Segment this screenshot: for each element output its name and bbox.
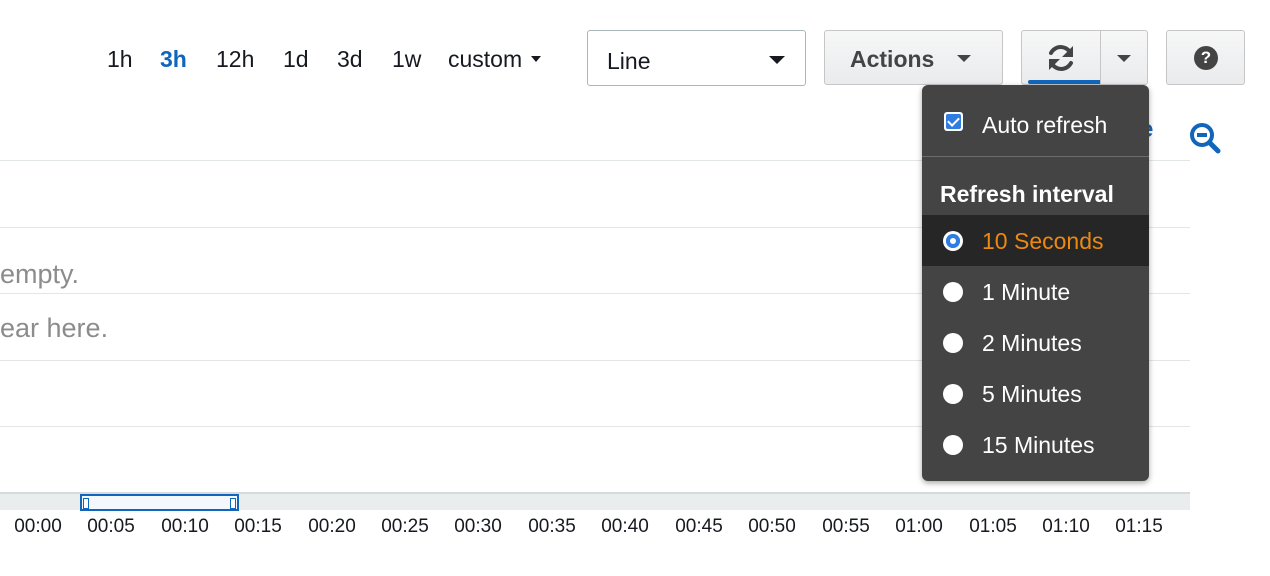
interval-label: 2 Minutes xyxy=(982,330,1082,356)
x-tick: 00:20 xyxy=(308,516,356,537)
x-tick: 01:00 xyxy=(895,516,943,537)
radio-icon[interactable] xyxy=(943,282,963,302)
x-tick: 01:10 xyxy=(1042,516,1090,537)
interval-label: 1 Minute xyxy=(982,279,1071,305)
time-range-custom[interactable]: custom xyxy=(448,44,542,74)
interval-option-5-minutes[interactable]: 5 Minutes xyxy=(922,368,1149,419)
x-tick: 00:15 xyxy=(234,516,282,537)
refresh-button[interactable] xyxy=(1021,30,1101,85)
refresh-interval-header: Refresh interval xyxy=(940,181,1114,207)
x-tick: 00:45 xyxy=(675,516,723,537)
radio-icon[interactable] xyxy=(943,435,963,455)
x-tick: 00:00 xyxy=(14,516,62,537)
x-tick: 00:40 xyxy=(601,516,649,537)
checkmark-icon xyxy=(946,114,961,129)
x-tick: 00:05 xyxy=(87,516,135,537)
help-icon: ? xyxy=(1194,46,1218,70)
caret-down-icon xyxy=(957,55,971,62)
radio-icon[interactable] xyxy=(943,333,963,353)
interval-option-15-minutes[interactable]: 15 Minutes xyxy=(922,419,1149,470)
time-range-1d[interactable]: 1d xyxy=(283,44,309,74)
custom-label: custom xyxy=(448,46,523,72)
interval-option-2-minutes[interactable]: 2 Minutes xyxy=(922,317,1149,368)
time-scrubber-window[interactable] xyxy=(80,494,239,511)
time-range-1h[interactable]: 1h xyxy=(107,44,133,74)
time-range-1w[interactable]: 1w xyxy=(392,44,421,74)
time-range-12h[interactable]: 12h xyxy=(216,44,254,74)
time-range-3d[interactable]: 3d xyxy=(337,44,363,74)
auto-refresh-toggle[interactable]: Auto refresh xyxy=(922,85,1149,155)
caret-down-icon xyxy=(769,56,785,64)
actions-button[interactable]: Actions xyxy=(824,30,1003,85)
time-range-3h[interactable]: 3h xyxy=(160,44,187,74)
refresh-options-menu: Auto refresh Refresh interval 10 Seconds… xyxy=(922,85,1149,481)
caret-down-icon xyxy=(1117,55,1131,62)
help-button[interactable]: ? xyxy=(1166,30,1245,85)
auto-refresh-label: Auto refresh xyxy=(982,112,1108,138)
x-tick: 01:05 xyxy=(969,516,1017,537)
zoom-out-icon[interactable] xyxy=(1188,121,1222,155)
x-tick: 01:15 xyxy=(1115,516,1163,537)
refresh-options-button[interactable] xyxy=(1100,30,1148,85)
x-tick: 00:35 xyxy=(528,516,576,537)
actions-label: Actions xyxy=(850,46,935,72)
radio-selected-icon[interactable] xyxy=(943,231,963,251)
interval-option-1-minute[interactable]: 1 Minute xyxy=(922,266,1149,317)
refresh-active-indicator xyxy=(1028,80,1106,84)
interval-label: 15 Minutes xyxy=(982,432,1095,458)
menu-divider xyxy=(922,156,1149,157)
scrubber-left-handle[interactable] xyxy=(83,498,89,509)
x-tick: 00:50 xyxy=(748,516,796,537)
x-tick: 00:10 xyxy=(161,516,209,537)
empty-state-line-2: ear here. xyxy=(0,313,109,343)
interval-label: 5 Minutes xyxy=(982,381,1082,407)
graph-type-value: Line xyxy=(607,48,651,74)
scrubber-right-handle[interactable] xyxy=(230,498,236,509)
auto-refresh-checkbox[interactable] xyxy=(944,112,963,131)
interval-option-10-seconds[interactable]: 10 Seconds xyxy=(922,215,1149,266)
x-tick: 00:25 xyxy=(381,516,429,537)
radio-icon[interactable] xyxy=(943,384,963,404)
refresh-icon xyxy=(1049,45,1073,71)
x-tick: 00:55 xyxy=(822,516,870,537)
empty-state-line-1: empty. xyxy=(0,259,80,289)
interval-label: 10 Seconds xyxy=(982,228,1104,254)
x-tick: 00:30 xyxy=(454,516,502,537)
graph-type-select[interactable]: Line xyxy=(587,30,806,86)
caret-down-icon xyxy=(531,55,542,62)
